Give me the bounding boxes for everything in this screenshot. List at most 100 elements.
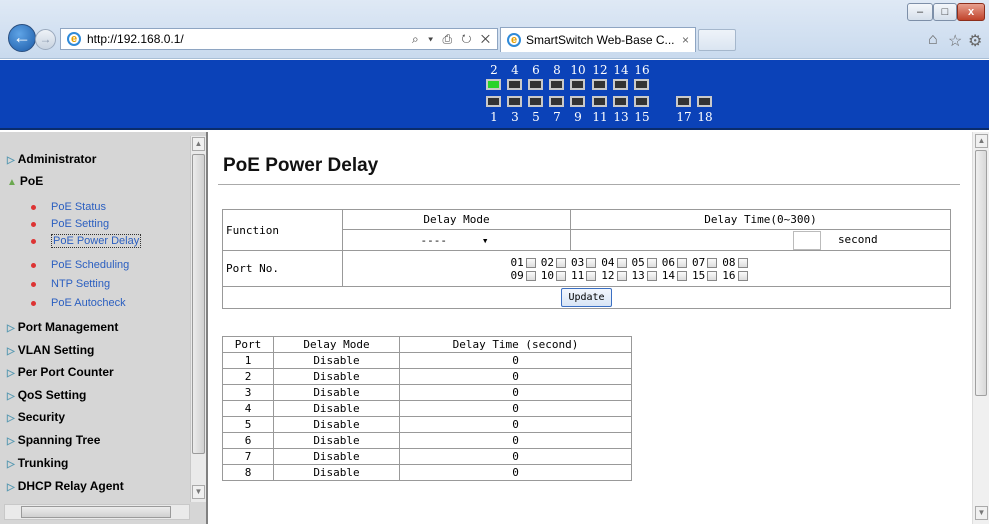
table-cell: 0 [399,464,632,481]
sidebar-subitem-poe-status[interactable]: PoE Status [31,201,106,213]
sidebar-item-spanning-tree[interactable]: ▷ Spanning Tree [7,433,100,447]
port-15-indicator[interactable] [634,96,649,107]
port-label-bottom: 5 [532,110,540,124]
port-label-top: 8 [553,63,561,77]
sidebar-subitem-poe-autocheck[interactable]: PoE Autocheck [31,297,126,309]
sidebar-item-security[interactable]: ▷ Security [7,410,65,424]
sidebar-item-administrator[interactable]: ▷ Administrator [7,152,96,166]
port-number-label: 13 [631,268,645,282]
port-14-indicator[interactable] [613,79,628,90]
browser-tab[interactable]: e SmartSwitch Web-Base C... × [500,27,696,52]
sidebar-item-trunking[interactable]: ▷ Trunking [7,456,68,470]
port-14-checkbox[interactable] [677,270,687,281]
home-icon[interactable]: ⌂ [928,31,938,49]
table-cell: Disable [273,464,400,481]
port-10-indicator[interactable] [570,79,585,90]
port-10-checkbox[interactable] [556,270,566,281]
scroll-down-arrow-icon[interactable]: ▼ [975,506,988,520]
sidebar-vertical-scrollbar[interactable]: ▲ ▼ [190,136,206,502]
sidebar-subitem-poe-power-delay[interactable]: PoE Power Delay [31,234,142,248]
forward-arrow-icon[interactable]: → [35,29,56,50]
scroll-up-arrow-icon[interactable]: ▲ [192,137,205,151]
port-number-label: 06 [661,255,675,269]
address-bar[interactable]: e http://192.168.0.1/ ⌕ ▾ ⎙ ↻ ✕ [60,28,498,50]
back-arrow-icon[interactable]: ← [8,24,36,52]
browser-chrome: – □ x ← → e http://192.168.0.1/ ⌕ ▾ ⎙ ↻ … [0,0,989,59]
port-16-indicator[interactable] [634,79,649,90]
port-12-indicator[interactable] [592,79,607,90]
sidebar-item-port-management[interactable]: ▷ Port Management [7,320,118,334]
favorites-star-icon[interactable]: ☆ [948,31,962,51]
port-18-indicator[interactable] [697,96,712,107]
port-1-indicator[interactable] [486,96,501,107]
port-label-bottom: 9 [574,110,582,124]
port-7-indicator[interactable] [549,96,564,107]
port-16-checkbox[interactable] [737,270,748,281]
port-13-indicator[interactable] [613,96,628,107]
page-vertical-scrollbar[interactable]: ▲ ▼ [972,132,989,524]
port-9-indicator[interactable] [570,96,585,107]
port-03-checkbox[interactable] [586,257,597,268]
address-bar-tools[interactable]: ⌕ ▾ ⎙ ↻ ✕ [412,29,493,49]
gear-icon[interactable]: ⚙ [968,31,982,51]
sidebar: ▷ Administrator ▲ PoE PoE Status PoE Setti… [0,132,208,524]
sidebar-item-qos-setting[interactable]: ▷ QoS Setting [7,388,86,402]
sidebar-item-per-port-counter[interactable]: ▷ Per Port Counter [7,365,114,379]
title-divider [218,184,960,185]
port-label-bottom: 3 [511,110,519,124]
port-4-indicator[interactable] [507,79,522,90]
bullet-icon [31,262,36,268]
port-label-top: 2 [490,63,498,77]
delay-time-cell: second [570,229,951,251]
port-02-checkbox[interactable] [556,257,566,268]
scroll-down-arrow-icon[interactable]: ▼ [192,485,205,499]
sidebar-item-vlan-setting[interactable]: ▷ VLAN Setting [7,343,94,357]
port-6-indicator[interactable] [528,79,543,90]
sidebar-subitem-poe-setting[interactable]: PoE Setting [31,218,109,230]
new-tab-button[interactable] [698,29,736,51]
port-06-checkbox[interactable] [677,257,687,268]
sidebar-item-dhcp-relay-agent[interactable]: ▷ DHCP Relay Agent [7,479,124,493]
port-8-indicator[interactable] [549,79,564,90]
maximize-button[interactable]: □ [933,3,957,21]
port-08-checkbox[interactable] [737,257,748,268]
scrollbar-thumb[interactable] [975,150,987,396]
port-13-checkbox[interactable] [646,270,657,281]
port-12-checkbox[interactable] [616,270,627,281]
port-11-checkbox[interactable] [586,270,597,281]
close-button[interactable]: x [957,3,985,21]
port-2-indicator[interactable] [486,79,501,90]
port-number-label: 16 [722,268,736,282]
port-5-indicator[interactable] [528,96,543,107]
port-04-checkbox[interactable] [616,257,627,268]
tab-ie-logo-icon: e [507,33,521,47]
sidebar-item-poe[interactable]: ▲ PoE [7,174,43,188]
port-label-top: 6 [532,63,540,77]
port-05-checkbox[interactable] [646,257,657,268]
port-01-checkbox[interactable] [525,257,536,268]
sidebar-subitem-ntp-setting[interactable]: NTP Setting [31,278,110,290]
port-09-checkbox[interactable] [525,270,536,281]
delay-time-input[interactable] [793,230,822,250]
port-3-indicator[interactable] [507,96,522,107]
scrollbar-thumb[interactable] [192,154,205,454]
port-number-label: 10 [540,268,554,282]
minimize-button[interactable]: – [907,3,933,21]
arrow-icon: ▷ [7,413,15,424]
scrollbar-thumb[interactable] [21,506,171,518]
table-cell: Disable [273,368,400,385]
port-label-bottom: 17 [676,110,692,124]
port-17-indicator[interactable] [676,96,691,107]
port-07-checkbox[interactable] [707,257,718,268]
tab-close-icon[interactable]: × [682,28,689,52]
port-number-label: 15 [692,268,706,282]
sidebar-subitem-poe-scheduling[interactable]: PoE Scheduling [31,259,129,271]
sidebar-horizontal-scrollbar[interactable] [4,504,190,520]
scroll-up-arrow-icon[interactable]: ▲ [975,134,988,148]
table-cell: 7 [222,448,274,465]
port-15-checkbox[interactable] [707,270,718,281]
delay-mode-select[interactable]: ---- ▾ [421,234,493,247]
update-button[interactable]: Update [561,288,612,307]
table-cell: 3 [222,384,274,401]
port-11-indicator[interactable] [592,96,607,107]
